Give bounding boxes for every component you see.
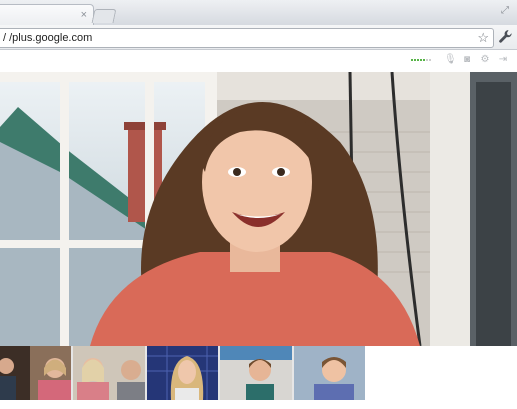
participant-filmstrip [0,346,366,400]
address-bar[interactable]: / /plus.google.com ☆ [0,28,494,48]
browser-tab[interactable]: × [0,4,94,26]
participant-thumbnail[interactable] [293,346,366,400]
connection-signal-icon [411,59,431,61]
participant-thumbnail[interactable] [146,346,219,400]
hangout-controls: 🎙 ◙ ⚙ ⇥ [0,50,517,70]
browser-toolbar: / /plus.google.com ☆ [0,25,517,50]
star-icon[interactable]: ☆ [477,29,489,46]
participant-thumbnail[interactable] [0,346,72,400]
tab-close-icon[interactable]: × [81,8,87,22]
mic-mute-icon[interactable]: 🎙 [444,54,457,66]
settings-icon[interactable]: ⚙ [479,54,491,66]
url-text: / /plus.google.com [3,32,93,44]
tab-strip: × ⤢ [0,0,517,26]
wrench-icon[interactable] [497,28,514,45]
exit-icon[interactable]: ⇥ [497,54,509,66]
restore-window-icon[interactable]: ⤢ [499,5,511,17]
main-participant-video [0,72,517,346]
page-bottom [0,400,517,409]
participant-thumbnail[interactable] [220,346,292,400]
new-tab-button[interactable] [91,9,117,23]
camera-mute-icon[interactable]: ◙ [461,54,473,66]
main-video[interactable] [0,72,517,346]
participant-thumbnail[interactable] [73,346,145,400]
